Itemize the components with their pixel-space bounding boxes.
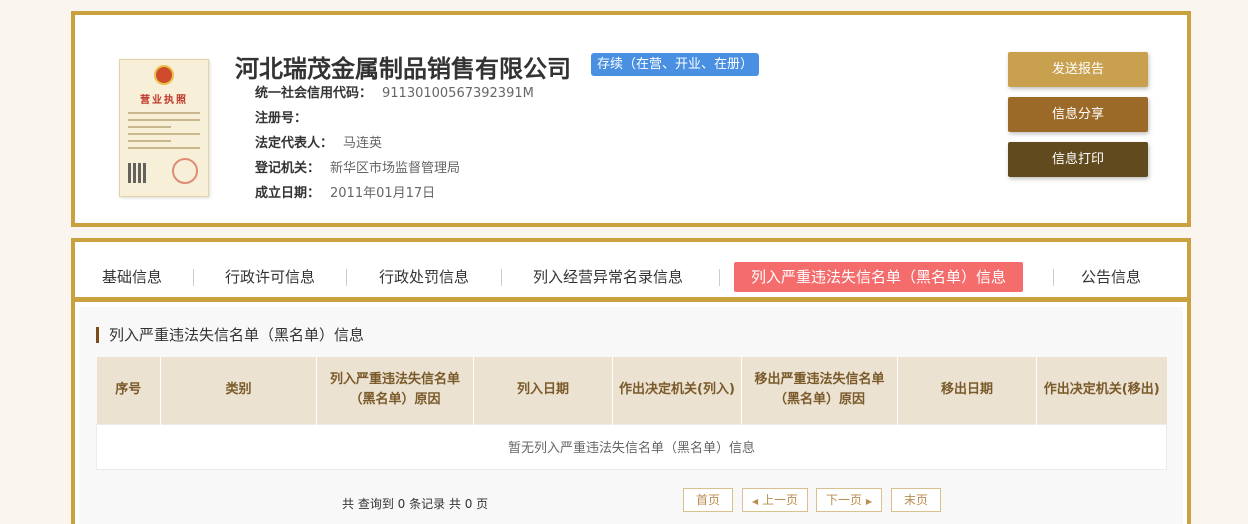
table-row: 暂无列入严重违法失信名单（黑名单）信息 [96, 423, 1167, 470]
last-page-label: 末页 [903, 493, 928, 507]
column-header: 序号 [96, 357, 161, 424]
tab-divider [1053, 269, 1054, 286]
send-report-button[interactable]: 发送报告 [1008, 52, 1148, 87]
next-page-label: 下一页 [826, 493, 863, 507]
column-header: 移出日期 [897, 357, 1037, 424]
tab-bar: 基础信息 行政许可信息 行政处罚信息 列入经营异常名录信息 列入严重违法失信名单… [71, 238, 1191, 302]
info-row-authority: 登记机关： 新华区市场监督管理局 [255, 156, 534, 181]
prev-page-button[interactable]: ◀ 上一页 [742, 488, 808, 512]
column-header: 列入日期 [473, 357, 613, 424]
tab-basic-info[interactable]: 基础信息 [102, 262, 162, 292]
info-value: 91130100567392391M [382, 86, 534, 101]
first-page-label: 首页 [695, 493, 720, 507]
info-value: 2011年01月17日 [330, 186, 436, 201]
table-header-row: 序号 类别 列入严重违法失信名单（黑名单）原因 列入日期 作出决定机关(列入) … [96, 357, 1167, 424]
empty-message: 暂无列入严重违法失信名单（黑名单）信息 [96, 423, 1167, 470]
national-emblem-icon [154, 65, 174, 85]
chevron-left-icon: ◀ [752, 497, 759, 506]
pagination-summary: 共 查询到 0 条记录 共 0 页 [342, 497, 489, 511]
column-header: 列入严重违法失信名单（黑名单）原因 [316, 357, 474, 424]
info-label: 法定代表人： [255, 136, 334, 151]
next-page-button[interactable]: 下一页 ▶ [816, 488, 882, 512]
company-card: 营业执照 河北瑞茂金属制品销售有限公司 存续（在营、开业、在册） 统一社会信用代… [71, 11, 1191, 227]
blacklist-table: 序号 类别 列入严重违法失信名单（黑名单）原因 列入日期 作出决定机关(列入) … [96, 357, 1167, 470]
prev-page-label: 上一页 [761, 493, 798, 507]
license-title: 营业执照 [140, 95, 188, 106]
company-name: 河北瑞茂金属制品销售有限公司 [235, 55, 571, 83]
share-info-button[interactable]: 信息分享 [1008, 97, 1148, 132]
last-page-button[interactable]: 末页 [891, 488, 941, 512]
tab-divider [193, 269, 194, 286]
license-text-lines [128, 112, 200, 154]
tab-divider [719, 269, 720, 286]
info-value: 新华区市场监督管理局 [330, 161, 461, 176]
section-title: 列入严重违法失信名单（黑名单）信息 [96, 327, 364, 343]
chevron-right-icon: ▶ [865, 497, 872, 506]
column-header: 类别 [160, 357, 317, 424]
column-header: 作出决定机关(移出) [1036, 357, 1167, 424]
tab-admin-penalty[interactable]: 行政处罚信息 [379, 262, 469, 292]
company-info: 统一社会信用代码： 91130100567392391M 注册号： 法定代表人： 马… [255, 81, 534, 206]
business-license-image: 营业执照 [119, 59, 209, 197]
info-row-established: 成立日期： 2011年01月17日 [255, 181, 534, 206]
info-value: 马连英 [343, 136, 383, 151]
seal-stamp-icon [172, 158, 198, 184]
tab-divider [346, 269, 347, 286]
info-label: 登记机关： [255, 161, 321, 176]
tab-announcements[interactable]: 公告信息 [1081, 262, 1141, 292]
info-row-registration-no: 注册号： [255, 106, 534, 131]
info-label: 成立日期： [255, 186, 321, 201]
tab-abnormal-operations[interactable]: 列入经营异常名录信息 [533, 262, 683, 292]
first-page-button[interactable]: 首页 [683, 488, 733, 512]
blacklist-section: 列入严重违法失信名单（黑名单）信息 序号 类别 列入严重违法失信名单（黑名单）原… [79, 307, 1183, 524]
status-badge: 存续（在营、开业、在册） [591, 53, 760, 76]
qr-code-icon [128, 163, 148, 183]
tab-blacklist[interactable]: 列入严重违法失信名单（黑名单）信息 [734, 262, 1024, 292]
info-row-credit-code: 统一社会信用代码： 91130100567392391M [255, 81, 534, 106]
column-header: 作出决定机关(列入) [612, 357, 742, 424]
info-label: 注册号： [255, 111, 308, 126]
info-label: 统一社会信用代码： [255, 86, 373, 101]
tab-admin-license[interactable]: 行政许可信息 [225, 262, 315, 292]
info-row-legal-rep: 法定代表人： 马连英 [255, 131, 534, 156]
column-header: 移出严重违法失信名单（黑名单）原因 [741, 357, 898, 424]
tab-divider [501, 269, 502, 286]
print-info-button[interactable]: 信息打印 [1008, 142, 1148, 177]
